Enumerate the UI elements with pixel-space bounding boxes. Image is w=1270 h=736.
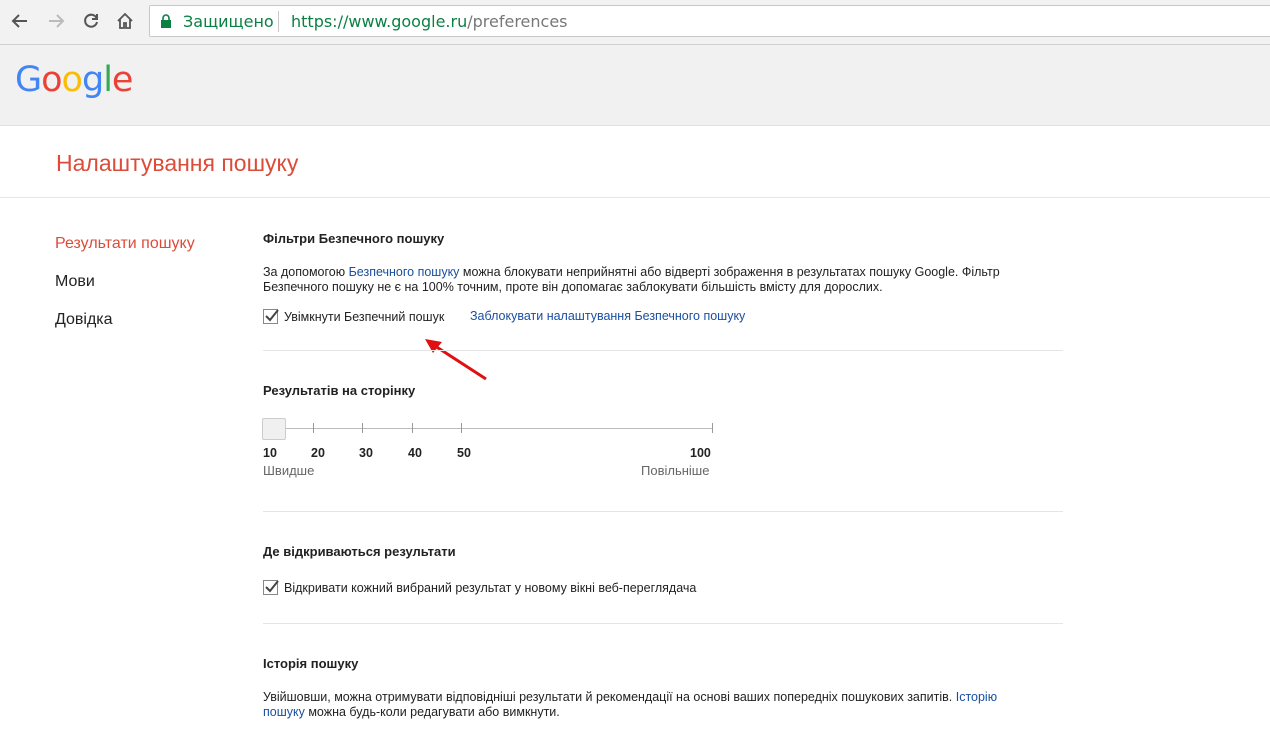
- new-window-checkbox-label[interactable]: Відкривати кожний вибраний результат у н…: [284, 581, 696, 595]
- faster-label: Швидше: [263, 463, 315, 478]
- logo-letter: g: [81, 60, 104, 100]
- section-divider: [263, 511, 1063, 512]
- slider-tick: [412, 423, 413, 433]
- secure-label: Защищено: [183, 12, 274, 31]
- safe-search-link[interactable]: Безпечного пошуку: [349, 265, 460, 279]
- tick-label-30: 30: [359, 446, 373, 460]
- tick-label-10: 10: [263, 446, 277, 460]
- section-divider: [263, 623, 1063, 624]
- url-path: /preferences: [467, 12, 568, 31]
- tick-label-40: 40: [408, 446, 422, 460]
- home-icon: [117, 12, 133, 29]
- reload-icon: [84, 13, 98, 28]
- logo-letter: o: [61, 60, 83, 100]
- history-text-1: Увійшовши, можна отримувати відповідніші…: [263, 690, 956, 704]
- sidebar-item-search-results[interactable]: Результати пошуку: [55, 234, 195, 272]
- red-arrow-annotation: [425, 339, 487, 381]
- google-header: Google: [0, 45, 1270, 126]
- back-button[interactable]: [7, 8, 33, 34]
- checkmark-icon: [265, 309, 279, 322]
- safe-search-checkbox[interactable]: [263, 309, 279, 324]
- safe-search-heading: Фільтри Безпечного пошуку: [263, 231, 445, 246]
- google-logo[interactable]: Google: [15, 60, 134, 100]
- omnibox-separator: [278, 11, 279, 32]
- logo-letter: o: [41, 60, 62, 100]
- history-description: Увійшовши, можна отримувати відповідніші…: [263, 690, 1023, 720]
- open-results-heading: Де відкриваються результати: [263, 544, 456, 559]
- tick-label-20: 20: [311, 446, 325, 460]
- logo-letter: e: [111, 60, 134, 100]
- results-slider-thumb[interactable]: [262, 418, 286, 440]
- logo-letter: l: [103, 60, 113, 100]
- sidebar-item-help[interactable]: Довідка: [55, 310, 195, 348]
- sidebar-item-languages[interactable]: Мови: [55, 272, 195, 310]
- address-bar[interactable]: Защищено https://www.google.ru/preferenc…: [149, 5, 1270, 37]
- history-text-2: можна будь-коли редагувати або вимкнути.: [304, 705, 560, 719]
- arrow-right-icon: [49, 14, 65, 28]
- page-title: Налаштування пошуку: [56, 150, 299, 176]
- checkmark-icon: [265, 580, 279, 593]
- results-per-page-heading: Результатів на сторінку: [263, 383, 416, 398]
- safe-search-checkbox-row: Увімкнути Безпечний пошук: [263, 309, 444, 324]
- history-heading: Історія пошуку: [263, 656, 359, 671]
- slider-tick: [362, 423, 363, 433]
- home-button[interactable]: [112, 8, 138, 34]
- slider-tick: [313, 423, 314, 433]
- url-text: https://www.google.ru/preferences: [291, 12, 568, 31]
- safe-search-description: За допомогою Безпечного пошуку можна бло…: [263, 265, 1043, 295]
- lock-safe-search-link[interactable]: Заблокувати налаштування Безпечного пошу…: [470, 309, 745, 323]
- logo-letter: G: [15, 60, 42, 100]
- new-window-checkbox[interactable]: [263, 580, 279, 595]
- slower-label: Повільніше: [641, 463, 710, 478]
- slider-tick: [461, 423, 462, 433]
- lock-icon: [160, 14, 172, 33]
- results-slider-track[interactable]: [263, 428, 713, 429]
- safe-search-checkbox-label[interactable]: Увімкнути Безпечний пошук: [284, 310, 444, 324]
- section-divider: [263, 350, 1063, 351]
- safe-search-text-1: За допомогою: [263, 265, 349, 279]
- title-bar: Налаштування пошуку: [0, 126, 1270, 198]
- tick-label-50: 50: [457, 446, 471, 460]
- reload-button[interactable]: [78, 8, 104, 34]
- open-results-checkbox-row: Відкривати кожний вибраний результат у н…: [263, 580, 696, 595]
- tick-label-100: 100: [690, 446, 711, 460]
- arrow-left-icon: [11, 14, 27, 28]
- forward-button[interactable]: [43, 8, 69, 34]
- url-host: https://www.google.ru: [291, 12, 468, 31]
- slider-tick: [712, 423, 713, 433]
- browser-toolbar: Защищено https://www.google.ru/preferenc…: [0, 0, 1270, 45]
- settings-sidebar: Результати пошуку Мови Довідка: [55, 234, 195, 348]
